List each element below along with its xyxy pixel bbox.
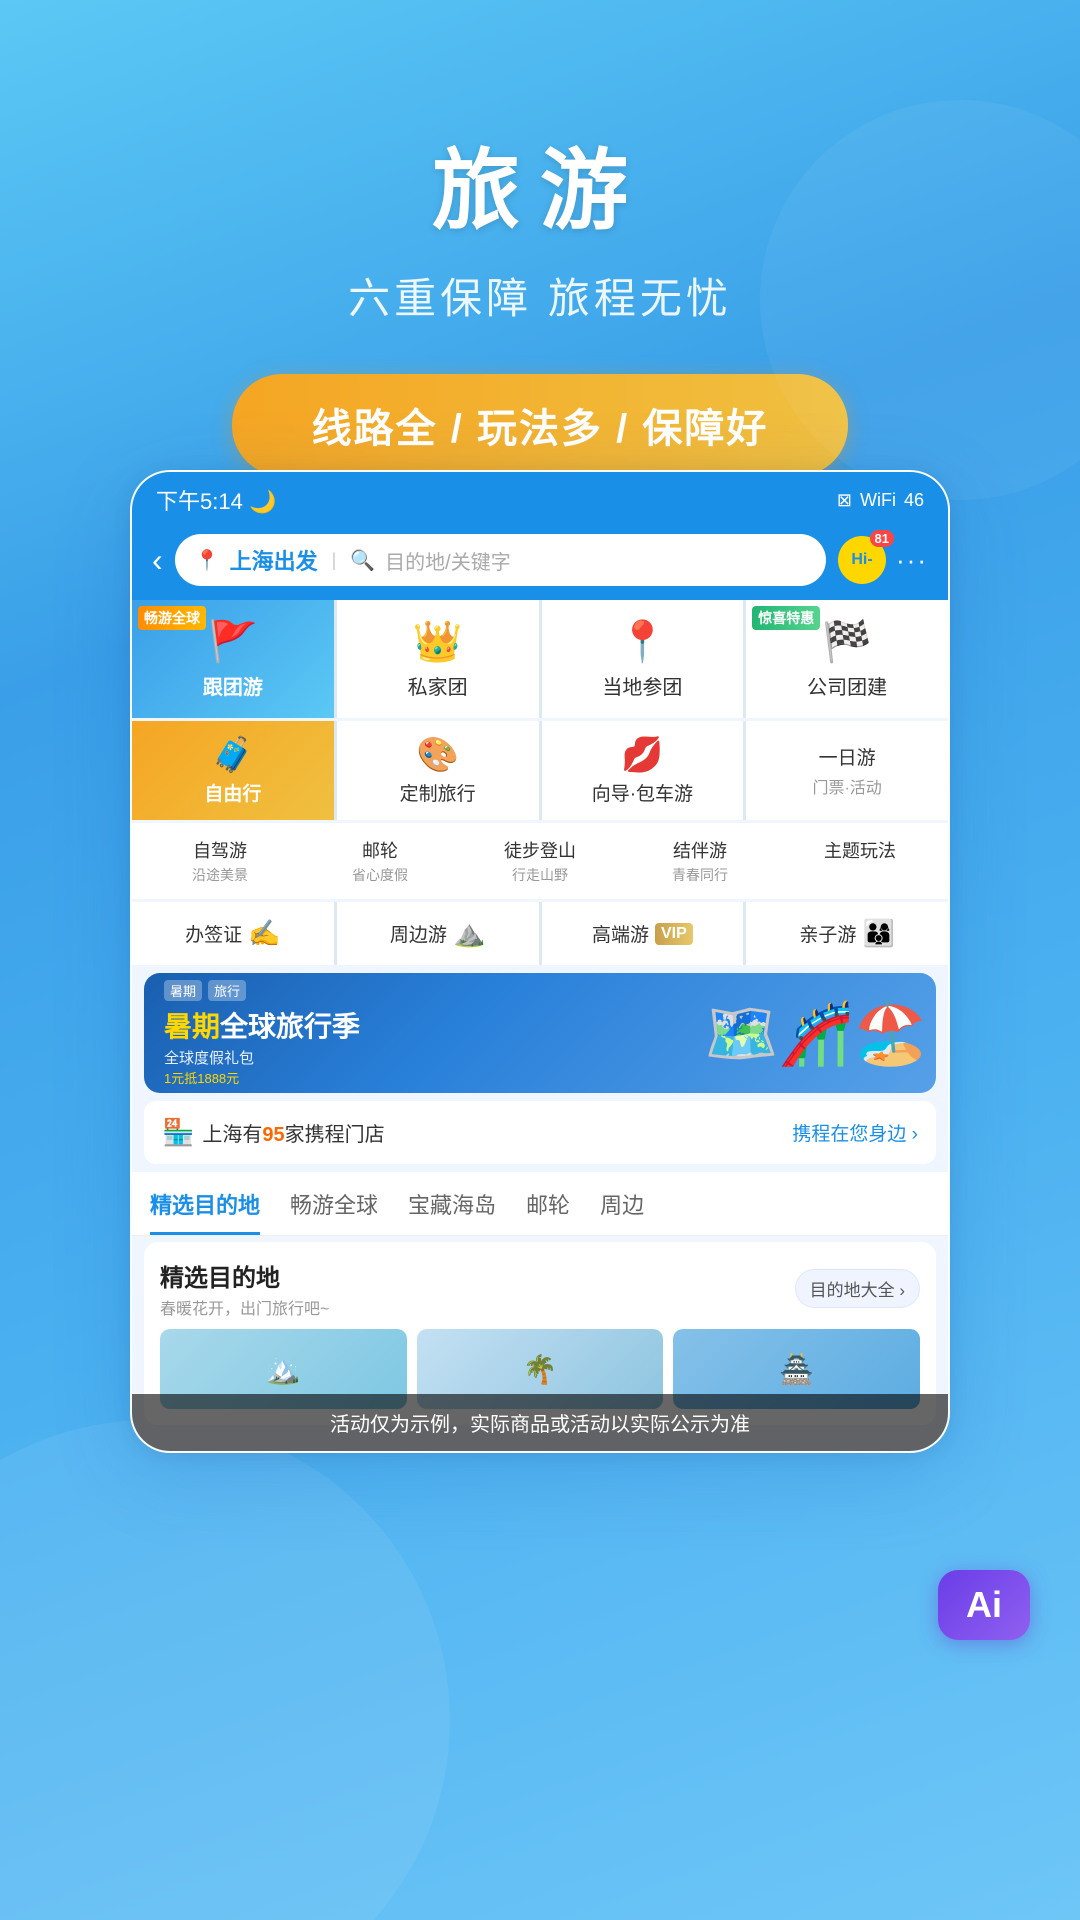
avatar-button[interactable]: Hi- 81 [838,536,886,584]
link-hiking[interactable]: 徒步登山 行走山野 [460,837,620,885]
banner-title: 暑期全球旅行季 [164,1005,360,1045]
free-tour-icon: 🧳 [212,735,254,775]
badge-luxury[interactable]: 高端游 VIP [542,902,744,965]
day-tour-label: 一日游 [819,743,876,770]
status-time: 下午5:14 🌙 [156,484,276,516]
battery-icon: 46 [904,490,924,511]
group-tour-label: 跟团游 [203,671,263,700]
category-grid-1: 畅游全球 🚩 跟团游 👑 私家团 📍 当地参团 惊喜特惠 🏁 公司团建 [132,600,948,718]
search-bar[interactable]: 📍 上海出发 | 🔍 目的地/关键字 [175,534,826,586]
category-private-tour[interactable]: 👑 私家团 [337,600,539,718]
featured-title-area: 精选目的地 春暖花开，出门旅行吧~ [160,1258,329,1319]
private-tour-label: 私家团 [408,671,468,700]
guide-tour-label: 向导·包车游 [592,779,693,806]
tab-featured[interactable]: 精选目的地 [150,1188,260,1235]
badge-nearby[interactable]: 周边游 ⛰️ [337,902,539,965]
signal-icon: ⊠ [837,490,852,511]
free-tour-label: 自由行 [204,779,261,806]
company-tour-label: 公司团建 [807,671,887,700]
search-placeholder: 目的地/关键字 [385,546,511,575]
banner-tags: 暑期 旅行 [164,980,360,1001]
link-companion[interactable]: 结伴游 青春同行 [620,837,780,885]
family-icon: 👨‍👩‍👦 [862,918,894,949]
category-guide-tour[interactable]: 💋 向导·包车游 [542,721,744,820]
banner-subtitle: 全球度假礼包 [164,1047,360,1068]
vip-badge: VIP [655,923,693,945]
search-icon: 🔍 [350,548,375,573]
category-free-tour[interactable]: 🧳 自由行 [132,721,334,820]
banner-promo: 1元抵1888元 [164,1068,360,1087]
store-link[interactable]: 携程在您身边 › [792,1119,918,1146]
ticket-label: 门票·活动 [812,774,881,798]
local-tour-icon: 📍 [617,618,667,665]
store-info: 🏪 上海有95家携程门店 携程在您身边 › [144,1101,936,1164]
more-button[interactable]: ··· [896,545,928,576]
location-icon: 📍 [195,548,220,573]
store-icon: 🏪 [162,1117,194,1148]
group-tour-tag: 畅游全球 [138,606,206,630]
tab-cruise[interactable]: 邮轮 [526,1188,570,1235]
category-local-tour[interactable]: 📍 当地参团 [542,600,744,718]
tab-global[interactable]: 畅游全球 [290,1188,378,1235]
custom-tour-icon: 🎨 [416,735,458,775]
hero-subtitle: 六重保障 旅程无忧 [0,265,1080,326]
guide-tour-icon: 💋 [621,735,663,775]
depart-city: 上海出发 [230,544,318,576]
ai-button[interactable]: Ai [938,1570,1030,1640]
store-text: 上海有95家携程门店 [202,1118,384,1147]
banner-text: 暑期 旅行 暑期全球旅行季 全球度假礼包 1元抵1888元 [144,980,380,1087]
local-tour-label: 当地参团 [602,671,682,700]
badge-family[interactable]: 亲子游 👨‍👩‍👦 [746,902,948,965]
featured-link-button[interactable]: 目的地大全 › [795,1269,920,1308]
hero-badge: 线路全 / 玩法多 / 保障好 [232,374,849,476]
private-tour-icon: 👑 [413,618,463,665]
nav-bar: ‹ 📍 上海出发 | 🔍 目的地/关键字 Hi- 81 ··· [132,524,948,600]
store-left: 🏪 上海有95家携程门店 [162,1117,385,1148]
category-company-tour[interactable]: 惊喜特惠 🏁 公司团建 [746,600,948,718]
status-right: ⊠ WiFi 46 [837,490,924,511]
nearby-icon: ⛰️ [453,918,485,949]
notification-badge: 81 [870,530,894,547]
badge-visa[interactable]: 办签证 ✍️ [132,902,334,965]
page-title: 旅游 [0,120,1080,247]
link-theme[interactable]: 主题玩法 [780,837,940,885]
disclaimer: 活动仅为示例，实际商品或活动以实际公示为准 [132,1394,948,1451]
status-bar: 下午5:14 🌙 ⊠ WiFi 46 [132,472,948,524]
category-custom-tour[interactable]: 🎨 定制旅行 [337,721,539,820]
promotional-banner[interactable]: 暑期 旅行 暑期全球旅行季 全球度假礼包 1元抵1888元 🗺️🎢🏖️ [144,973,936,1093]
hero-section: 旅游 六重保障 旅程无忧 线路全 / 玩法多 / 保障好 [0,0,1080,476]
featured-header: 精选目的地 春暖花开，出门旅行吧~ 目的地大全 › [160,1258,920,1319]
ai-label: Ai [966,1584,1002,1626]
badge-row: 办签证 ✍️ 周边游 ⛰️ 高端游 VIP 亲子游 👨‍👩‍👦 [132,902,948,965]
phone-mockup: 下午5:14 🌙 ⊠ WiFi 46 ‹ 📍 上海出发 | 🔍 目的地/关键字 … [130,470,950,1453]
company-tag: 惊喜特惠 [752,606,820,630]
visa-icon: ✍️ [248,918,280,949]
company-tour-icon: 🏁 [822,618,872,665]
banner-image: 🗺️🎢🏖️ [696,973,936,1093]
category-group-tour[interactable]: 畅游全球 🚩 跟团游 [132,600,334,718]
custom-tour-label: 定制旅行 [400,779,476,806]
category-day-tour[interactable]: 一日游 门票·活动 [746,721,948,820]
back-button[interactable]: ‹ [152,542,163,579]
featured-title: 精选目的地 [160,1258,329,1293]
app-content: 畅游全球 🚩 跟团游 👑 私家团 📍 当地参团 惊喜特惠 🏁 公司团建 🧳 [132,600,948,1451]
featured-subtitle: 春暖花开，出门旅行吧~ [160,1295,329,1319]
tabs-row: 精选目的地 畅游全球 宝藏海岛 邮轮 周边 [132,1172,948,1236]
tab-island[interactable]: 宝藏海岛 [408,1188,496,1235]
link-self-drive[interactable]: 自驾游 沿途美景 [140,837,300,885]
nav-actions: Hi- 81 ··· [838,536,928,584]
link-row: 自驾游 沿途美景 邮轮 省心度假 徒步登山 行走山野 结伴游 青春同行 主题玩法 [132,823,948,899]
group-tour-icon: 🚩 [208,618,258,665]
category-grid-2: 🧳 自由行 🎨 定制旅行 💋 向导·包车游 一日游 门票·活动 [132,721,948,820]
tab-nearby[interactable]: 周边 [600,1188,644,1235]
wifi-icon: WiFi [860,490,896,511]
link-cruise[interactable]: 邮轮 省心度假 [300,837,460,885]
